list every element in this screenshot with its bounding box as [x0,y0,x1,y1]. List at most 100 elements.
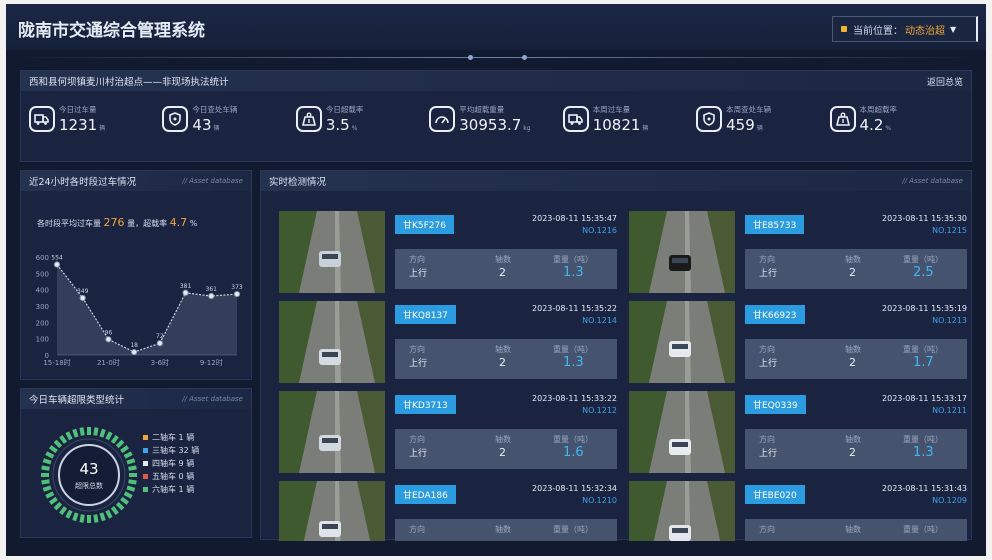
shield-icon [696,106,723,132]
area-fill [57,264,237,355]
axle-header: 轴数 [845,435,861,444]
top-header: 陇南市交通综合管理系统 当前位置： 动态治超 ▼ [6,4,986,50]
y-tick-label: 500 [36,270,49,278]
back-overview-button[interactable]: 返回总览 [927,75,963,88]
stat-value: 459 [726,116,755,134]
record-card[interactable]: 甘K5F276 2023-08-11 15:35:47 NO.1216 方向 轴数 重量（… [279,211,617,293]
truck-icon [29,106,55,132]
direction-value: 上行 [409,359,428,369]
direction-value: 上行 [759,449,778,459]
weight-header: 重量（吨） [553,435,593,444]
data-point [131,348,138,356]
stat-unit: % [351,125,358,132]
legend-name: 五轴车 [152,472,176,481]
realtime-panel: 实时检测情况 // Asset database 甘K5F276 2023-08-… [260,170,972,541]
plate-badge: 甘EDA186 [395,485,456,504]
weight-header: 重量（吨） [903,435,943,444]
weight-value: 1.3 [563,355,584,370]
weight-value: 1.7 [913,355,934,370]
record-card[interactable]: 甘KD3713 2023-08-11 15:33:22 NO.1212 方向 轴数 重量（… [279,391,617,473]
divider-dot [468,55,473,60]
record-time: 2023-08-11 15:35:30 [882,214,967,223]
record-card[interactable]: 甘EQ0339 2023-08-11 15:33:17 NO.1211 方向 轴数 重量（… [629,391,967,473]
axle-header: 轴数 [495,525,511,534]
stat-label: 本周查处车辆 [726,105,772,114]
plate-badge: 甘EBE020 [745,485,805,504]
record-info: 方向 轴数 重量（吨） 上行 2 1.3 [395,339,617,379]
stat-label: 今日超载率 [325,105,364,114]
vehicle-photo [279,481,385,541]
y-tick-label: 200 [36,319,49,327]
vehicle-photo-frame [279,211,385,293]
app-title: 陇南市交通综合管理系统 [18,21,205,41]
vehicle-photo-frame [629,211,735,293]
stat-label: 本周超载率 [859,105,898,114]
direction-header: 方向 [409,345,425,354]
location-dot-icon [841,26,847,32]
weight-value: 1.3 [563,265,584,280]
axle-header: 轴数 [495,345,511,354]
direction-value: 上行 [759,359,778,369]
record-number: NO.1214 [582,316,617,325]
stat-item: 今日过车量 1231 辆 [29,97,162,141]
data-label: 554 [51,255,63,262]
legend-name: 四轴车 [152,459,176,468]
vehicle-photo-frame [279,301,385,383]
record-info: 方向 轴数 重量（吨） [395,519,617,541]
stats-row: 今日过车量 1231 辆今日查处车辆 43 辆今日超载率 3.5% 平均超载重量 30953.… [29,97,963,141]
record-card[interactable]: 甘K66923 2023-08-11 15:35:19 NO.1213 方向 轴数 重量（… [629,301,967,383]
data-label: 349 [77,288,89,295]
record-info: 方向 轴数 重量（吨） 上行 2 1.3 [395,249,617,289]
axle-tag: // Asset database [182,395,243,403]
legend-swatch [143,474,148,479]
stat-unit: 辆 [99,125,106,132]
stat-item: 今日查处车辆 43 辆 [162,97,295,141]
data-point [53,261,61,268]
axle-value: 2 [849,356,856,369]
weight-header: 重量（吨） [903,525,943,534]
record-card[interactable]: 甘EBE020 2023-08-11 15:31:43 NO.1209 方向 轴数 重量（… [629,481,967,541]
plate-badge: 甘EQ0339 [745,395,806,414]
weight-icon [295,106,322,132]
record-time: 2023-08-11 15:33:22 [532,394,617,403]
stat-label: 本周过车量 [592,105,631,114]
shield-icon [162,106,189,132]
record-number: NO.1216 [582,226,617,235]
vehicle-photo-frame [629,391,735,473]
hourly-tag: // Asset database [182,177,243,185]
divider-dot [522,55,527,60]
axle-header: 轴数 [845,345,861,354]
record-number: NO.1210 [582,496,617,505]
vehicle-photo-frame [279,391,385,473]
stat-value: 30953.7 [459,116,522,134]
avg-value: 276 [103,216,125,229]
weight-value: 1.3 [913,445,934,460]
record-card[interactable]: 甘E85733 2023-08-11 15:35:30 NO.1215 方向 轴数 重量（… [629,211,967,293]
stat-item: 本周过车量 10821 辆 [562,97,696,141]
donut-center: 43 超限总数 [39,425,139,525]
record-number: NO.1212 [582,406,617,415]
legend-item: 四轴车 9 辆 [143,457,199,470]
plate-badge: 甘KD3713 [395,395,456,414]
legend-unit: 辆 [186,472,195,481]
weight-icon [829,106,856,132]
record-info: 方向 轴数 重量（吨） [745,519,967,541]
legend-value: 0 [178,472,184,481]
legend-value: 9 [178,459,184,468]
record-number: NO.1213 [932,316,967,325]
vehicle-photo-frame [629,301,735,383]
legend-name: 三轴车 [152,446,176,455]
record-card[interactable]: 甘KQ8137 2023-08-11 15:35:22 NO.1214 方向 轴数 重量（… [279,301,617,383]
axle-value: 2 [499,446,506,459]
axle-header: 轴数 [495,255,511,264]
location-dropdown[interactable]: 当前位置： 动态治超 ▼ [832,16,978,42]
data-point [156,340,163,347]
legend-swatch [143,461,148,466]
stat-unit: kg [523,125,531,132]
site-stats-panel: 西和县何坝镇麦川村治超点——非现场执法统计 返回总览 今日过车量 1231 辆今日查… [20,70,972,162]
record-time: 2023-08-11 15:31:43 [882,484,967,493]
axle-value: 2 [499,266,506,279]
record-card[interactable]: 甘EDA186 2023-08-11 15:32:34 NO.1210 方向 轴数 重量（… [279,481,617,541]
stat-label: 今日查处车辆 [192,105,238,114]
vehicle-photo [629,211,735,293]
